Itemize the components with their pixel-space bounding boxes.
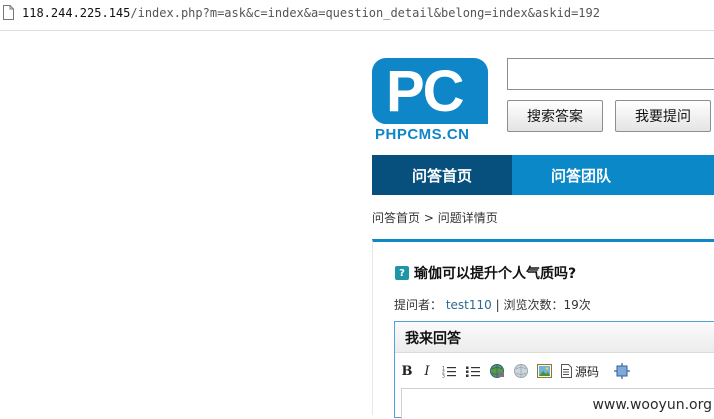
- meta-divider: |: [495, 298, 500, 312]
- views-count: 19次: [563, 298, 591, 312]
- asker-label: 提问者：: [394, 298, 443, 312]
- logo-text: PHPCMS.CN: [375, 126, 470, 143]
- page-icon: [3, 5, 14, 20]
- numbered-list-icon[interactable]: 123: [440, 360, 457, 382]
- ask-question-button[interactable]: 我要提问: [615, 100, 711, 132]
- answer-title: 我来回答: [405, 331, 461, 347]
- question-icon: ?: [395, 266, 409, 280]
- question-title-row: ? 瑜伽可以提升个人气质吗?: [395, 263, 576, 283]
- main-nav: 问答首页 问答团队: [372, 155, 714, 195]
- insert-image-icon[interactable]: [536, 360, 553, 382]
- address-bar[interactable]: 118.244.225.145/index.php?m=ask&c=index&…: [0, 0, 714, 31]
- question-title: 瑜伽可以提升个人气质吗?: [414, 266, 577, 282]
- views-label: 浏览次数：: [503, 298, 564, 312]
- phpcms-logo[interactable]: PC PHPCMS.CN: [372, 58, 488, 143]
- unlink-icon[interactable]: [512, 360, 529, 382]
- source-code-icon[interactable]: [560, 360, 572, 382]
- site-area: PC PHPCMS.CN 搜索答案 我要提问 问答首页 问答团队 问答首页 > …: [372, 30, 714, 419]
- source-code-button[interactable]: 源码: [575, 360, 599, 382]
- editor-toolbar: B I 123 源码: [400, 359, 714, 383]
- maximize-icon[interactable]: [613, 360, 630, 382]
- search-answers-button[interactable]: 搜索答案: [507, 100, 603, 132]
- bulleted-list-icon[interactable]: [464, 360, 481, 382]
- url-text[interactable]: 118.244.225.145/index.php?m=ask&c=index&…: [22, 6, 600, 20]
- insert-link-icon[interactable]: [488, 360, 505, 382]
- logo-mark: PC: [372, 58, 488, 124]
- search-input[interactable]: [507, 58, 714, 90]
- breadcrumb-current: 问题详情页: [437, 211, 498, 225]
- asker-link[interactable]: test110: [446, 298, 492, 312]
- italic-button[interactable]: I: [421, 360, 433, 382]
- question-meta: 提问者： test110 | 浏览次数：19次: [394, 296, 591, 313]
- url-host: 118.244.225.145: [22, 6, 131, 20]
- question-panel: ? 瑜伽可以提升个人气质吗? 提问者： test110 | 浏览次数：19次 我…: [372, 239, 714, 419]
- breadcrumb: 问答首页 > 问题详情页: [372, 209, 498, 226]
- logo-letters: PC: [386, 59, 465, 124]
- breadcrumb-home-link[interactable]: 问答首页: [372, 211, 420, 225]
- answer-header: 我来回答: [395, 322, 714, 353]
- bold-button[interactable]: B: [400, 360, 414, 382]
- tab-ask-team[interactable]: 问答团队: [512, 155, 650, 195]
- breadcrumb-separator: >: [423, 211, 434, 225]
- url-path: /index.php?m=ask&c=index&a=question_deta…: [130, 6, 600, 20]
- svg-text:3: 3: [442, 373, 445, 378]
- watermark-text: www.wooyun.org: [590, 397, 714, 413]
- tab-ask-home[interactable]: 问答首页: [372, 155, 512, 195]
